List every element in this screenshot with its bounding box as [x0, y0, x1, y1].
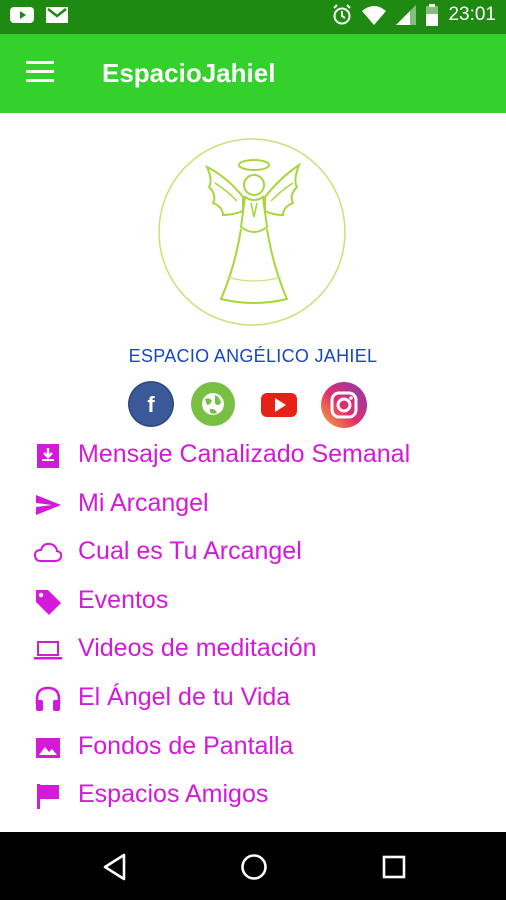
download-box-icon — [37, 444, 59, 468]
menu-item-label: El Ángel de tu Vida — [78, 682, 291, 711]
gmail-notification-icon — [46, 7, 68, 23]
drawer-menu: Mensaje Canalizado Semanal Mi Arcangel C… — [0, 431, 506, 820]
facebook-icon[interactable]: f — [128, 381, 174, 427]
laptop-icon — [34, 641, 62, 660]
youtube-icon[interactable] — [256, 381, 302, 427]
tag-icon — [36, 589, 61, 615]
menu-item-fondos[interactable]: Fondos de Pantalla — [0, 723, 506, 772]
home-icon[interactable] — [237, 850, 271, 884]
hamburger-icon[interactable] — [26, 61, 54, 85]
send-icon — [36, 494, 61, 515]
drawer-content: ESPACIO ANGÉLICO JAHIEL f Mensaje Canali… — [0, 113, 506, 832]
menu-item-label: Cual es Tu Arcangel — [78, 537, 302, 566]
menu-item-label: Videos de meditación — [78, 634, 317, 663]
angel-logo — [158, 138, 346, 326]
menu-item-label: Eventos — [78, 585, 169, 614]
menu-item-cual-es-tu-arcangel[interactable]: Cual es Tu Arcangel — [0, 528, 506, 577]
app-title: EspacioJahiel — [102, 58, 276, 88]
menu-item-eventos[interactable]: Eventos — [0, 577, 506, 626]
system-nav-bar — [0, 832, 506, 900]
battery-icon — [426, 4, 439, 26]
menu-item-mi-arcangel[interactable]: Mi Arcangel — [0, 480, 506, 529]
menu-item-label: Fondos de Pantalla — [78, 731, 294, 760]
recents-icon[interactable] — [377, 850, 411, 884]
menu-item-label: Espacios Amigos — [78, 780, 269, 809]
flag-icon — [37, 784, 59, 810]
wifi-icon — [362, 6, 387, 25]
menu-item-espacios-amigos[interactable]: Espacios Amigos — [0, 771, 506, 820]
alarm-icon — [333, 4, 352, 25]
youtube-notification-icon — [10, 7, 34, 23]
app-bar: EspacioJahiel — [0, 34, 506, 113]
brand-caption: ESPACIO ANGÉLICO JAHIEL — [128, 346, 378, 366]
menu-item-mensaje[interactable]: Mensaje Canalizado Semanal — [0, 431, 506, 480]
social-links: f — [0, 381, 506, 429]
menu-item-label: Mensaje Canalizado Semanal — [78, 440, 411, 468]
status-bar: 23:01 — [0, 0, 506, 34]
back-icon[interactable] — [98, 850, 132, 884]
headphones-icon — [35, 686, 61, 711]
instagram-icon[interactable] — [320, 381, 367, 428]
globe-icon[interactable] — [190, 381, 236, 427]
cloud-icon — [33, 543, 63, 563]
menu-item-label: Mi Arcangel — [78, 488, 209, 517]
svg-text:f: f — [147, 392, 155, 417]
menu-item-angel-de-tu-vida[interactable]: El Ángel de tu Vida — [0, 674, 506, 723]
menu-item-videos[interactable]: Videos de meditación — [0, 625, 506, 674]
signal-icon — [396, 5, 417, 25]
image-icon — [36, 737, 60, 758]
status-time: 23:01 — [448, 4, 496, 25]
